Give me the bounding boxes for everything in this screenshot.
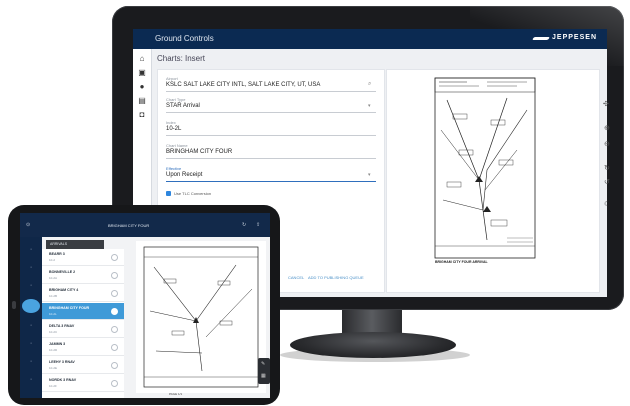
list-item[interactable]: JAMMN 3 10-2D — [42, 339, 124, 356]
select-radio-icon[interactable] — [111, 326, 118, 333]
tablet-refresh-icon[interactable]: ↻ — [242, 222, 246, 228]
select-radio-icon[interactable] — [111, 344, 118, 351]
rail-item-8[interactable]: ▪ — [22, 377, 40, 381]
tablet-share-icon[interactable]: ⇪ — [256, 222, 260, 228]
rail-item-7[interactable]: ▪ — [22, 359, 40, 363]
list-header: ARRIVALS — [46, 240, 104, 249]
app-title: Ground Controls — [155, 34, 214, 43]
rail-item-1[interactable]: ▪ — [22, 247, 40, 251]
layers-icon: ▦ — [261, 373, 266, 379]
procedure-list: BEARR 3 10-2 BONNEVILLE 2 10-2A BRIGHAM … — [42, 249, 124, 398]
tablet-left-rail: ▪ ▪ ▪ ▪ ▪ ▪ ▪ — [20, 237, 42, 398]
tablet-menu-icon[interactable]: ⊙ — [26, 222, 30, 228]
tlc-checkbox-label: Use TLC Conversion — [174, 191, 212, 196]
select-radio-icon[interactable] — [111, 272, 118, 279]
tlc-checkbox[interactable] — [166, 191, 171, 196]
list-header-label: ARRIVALS — [50, 242, 68, 246]
list-item[interactable]: LEEHY 3 RNAV 10-2E — [42, 357, 124, 374]
airport-label: Airport — [166, 76, 178, 81]
search-icon[interactable]: ⌕ — [368, 81, 371, 88]
brand-logo: JEPPESEN — [552, 34, 597, 41]
chevron-down-icon[interactable]: ▾ — [368, 103, 371, 109]
cancel-button[interactable]: CANCEL — [288, 275, 304, 280]
tablet-home-button — [12, 301, 16, 309]
rail-item-2[interactable]: ▪ — [22, 265, 40, 269]
chart-name-underline — [166, 158, 376, 159]
list-item[interactable]: NORDK 3 RNAV 10-2F — [42, 375, 124, 392]
chart-preview-panel: BRIGHAM CITY FOUR ARRIVAL — [386, 69, 600, 293]
approach-chart-image — [434, 77, 536, 259]
zoom-out-icon[interactable]: ⊖ — [604, 140, 610, 148]
index-label: Index — [166, 120, 176, 125]
settings-icon[interactable]: ◘ — [138, 111, 146, 119]
zoom-in-icon[interactable]: ⊕ — [604, 124, 610, 132]
page-indicator: PAGE 1/1 — [169, 392, 183, 396]
airport-underline — [166, 91, 376, 92]
monitor-stand-base — [290, 332, 456, 358]
list-item[interactable]: BEARR 3 10-2 — [42, 249, 124, 266]
airport-field[interactable]: KSLC SALT LAKE CITY INTL, SALT LAKE CITY… — [166, 82, 320, 88]
recenter-icon[interactable]: ✣ — [603, 100, 609, 108]
chart-name-label: Chart Name — [166, 143, 188, 148]
list-item[interactable]: BRIGHAM CITY 4 10-2B — [42, 285, 124, 302]
select-radio-icon[interactable] — [111, 362, 118, 369]
charts-icon[interactable]: ▣ — [138, 69, 146, 77]
rail-item-active[interactable] — [22, 299, 40, 313]
index-underline — [166, 135, 376, 136]
select-radio-icon[interactable] — [111, 254, 118, 261]
list-item[interactable]: BONNEVILLE 2 10-2A — [42, 267, 124, 284]
index-field[interactable]: 10-2L — [166, 126, 181, 132]
rail-item-5[interactable]: ▪ — [22, 323, 40, 327]
location-icon[interactable]: ● — [138, 83, 146, 91]
rotate-back-icon[interactable]: ↺ — [604, 178, 610, 186]
tablet-title: BRIGHAM CITY FOUR — [108, 223, 150, 228]
chart-type-label: Chart Type — [166, 97, 186, 102]
tablet-screen: ⊙ BRIGHAM CITY FOUR ↻ ⇪ ▪ ▪ ▪ ▪ ▪ ▪ ▪ BE… — [20, 213, 270, 398]
chart-footer-title: BRIGHAM CITY FOUR ARRIVAL — [435, 260, 488, 264]
add-to-queue-button[interactable]: ADD TO PUBLISHING QUEUE — [308, 275, 364, 280]
chart-type-underline — [166, 112, 376, 113]
rail-item-3[interactable]: ▪ — [22, 283, 40, 287]
brand-logo-icon — [532, 37, 550, 40]
chevron-down-icon[interactable]: ▾ — [368, 172, 371, 178]
list-item-selected[interactable]: BRINGHAM CITY FOUR 10-2L — [42, 303, 124, 320]
page-title: Charts: Insert — [157, 54, 206, 63]
home-icon[interactable]: ⌂ — [138, 55, 146, 63]
list-item[interactable]: DELTA 3 RNAV 10-2C — [42, 321, 124, 338]
tablet-approach-chart-image — [143, 246, 259, 388]
select-radio-icon[interactable] — [111, 308, 118, 315]
night-mode-icon[interactable]: ☾ — [604, 200, 610, 208]
effective-label: Effective — [166, 166, 182, 171]
select-radio-icon[interactable] — [111, 290, 118, 297]
app-header: Ground Controls JEPPESEN — [133, 29, 607, 49]
print-icon[interactable]: ▤ — [138, 97, 146, 105]
select-radio-icon[interactable] — [111, 380, 118, 387]
tablet-chart-view — [136, 241, 266, 393]
tablet-tools-button[interactable]: ✎ ▦ — [258, 358, 270, 384]
edit-icon: ✎ — [261, 361, 266, 367]
rail-item-6[interactable]: ▪ — [22, 341, 40, 345]
rotate-icon[interactable]: ↻ — [604, 164, 610, 172]
effective-select[interactable]: Upon Receipt — [166, 172, 202, 178]
chart-name-field[interactable]: BRINGHAM CITY FOUR — [166, 149, 232, 155]
effective-underline — [166, 181, 376, 182]
tablet-header: ⊙ BRIGHAM CITY FOUR ↻ ⇪ — [20, 213, 270, 237]
chart-type-select[interactable]: STAR Arrival — [166, 103, 200, 109]
